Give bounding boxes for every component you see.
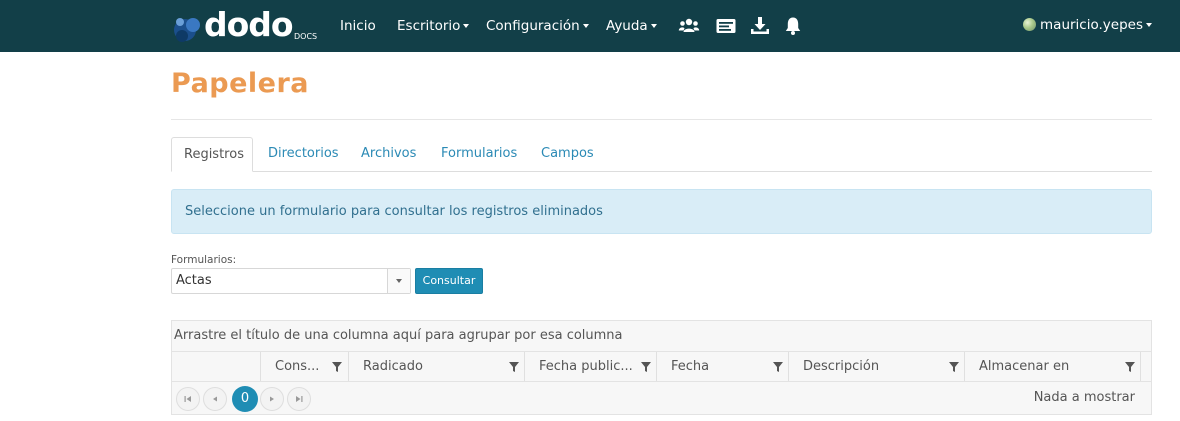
- first-page-button[interactable]: [176, 387, 200, 411]
- caret-down-icon: [1146, 23, 1152, 27]
- next-page-icon: [270, 396, 274, 402]
- column-header-label: Almacenar en: [979, 359, 1070, 374]
- download-icon[interactable]: [749, 15, 771, 37]
- tab-registros[interactable]: Registros: [171, 137, 253, 172]
- avatar: [1023, 18, 1037, 31]
- next-page-button[interactable]: [260, 387, 284, 411]
- tab-directorios[interactable]: Directorios: [268, 137, 339, 172]
- filter-icon[interactable]: [332, 362, 342, 372]
- logo-text: dodo: [204, 5, 294, 44]
- last-page-icon: [296, 396, 303, 402]
- column-header-label: Descripción: [803, 359, 880, 374]
- column-header-label: Radicado: [363, 359, 423, 374]
- users-icon[interactable]: [678, 15, 700, 37]
- grid-pager: 0 Nada a mostrar: [172, 382, 1151, 414]
- user-menu[interactable]: mauricio.yepes: [1023, 17, 1152, 33]
- nav-item-inicio[interactable]: Inicio: [340, 17, 376, 35]
- tab-label: Registros: [184, 147, 244, 162]
- filter-icon[interactable]: [641, 362, 651, 372]
- column-header-label: Fecha: [671, 359, 710, 374]
- column-header-descripcion[interactable]: Descripción: [788, 352, 964, 381]
- nav-item-escritorio[interactable]: Escritorio: [397, 17, 470, 35]
- filter-icon[interactable]: [509, 362, 519, 372]
- column-header-almacenar-en[interactable]: Almacenar en: [964, 352, 1140, 381]
- logo-mark-icon: [174, 18, 200, 42]
- caret-down-icon: [650, 24, 657, 28]
- consultar-button[interactable]: Consultar: [415, 268, 483, 294]
- tab-label: Formularios: [441, 146, 518, 161]
- group-panel[interactable]: Arrastre el título de una columna aquí p…: [172, 321, 1151, 351]
- page-title: Papelera: [171, 68, 310, 99]
- select-value: Actas: [176, 273, 212, 288]
- column-header-fecha-publicacion[interactable]: Fecha public...: [524, 352, 656, 381]
- title-divider: [171, 119, 1152, 120]
- tab-formularios[interactable]: Formularios: [441, 137, 517, 172]
- bell-icon[interactable]: [782, 15, 804, 37]
- column-header-label: Fecha public...: [539, 359, 633, 374]
- chevron-down-icon[interactable]: [387, 269, 410, 293]
- id-card-icon[interactable]: [715, 15, 737, 37]
- top-navbar: dodo DOCS Inicio Escritorio Configuració…: [0, 0, 1180, 52]
- tab-campos[interactable]: Campos: [541, 137, 594, 172]
- logo[interactable]: dodo DOCS: [170, 5, 318, 46]
- filter-icon[interactable]: [949, 362, 959, 372]
- grid-header-row: Cons... Radicado Fecha public... Fecha D…: [172, 351, 1151, 382]
- nav-item-label: Escritorio: [397, 18, 461, 34]
- filter-icon[interactable]: [1125, 362, 1135, 372]
- tab-label: Campos: [541, 146, 594, 161]
- nav-item-label: Inicio: [340, 18, 376, 34]
- scrollbar-spacer: [1140, 352, 1151, 381]
- formulario-select[interactable]: Actas: [171, 268, 411, 294]
- first-page-icon: [184, 396, 191, 402]
- nav-item-ayuda[interactable]: Ayuda: [606, 17, 657, 35]
- tab-bar: Registros Directorios Archivos Formulari…: [171, 137, 1152, 172]
- column-header-label: Cons...: [275, 359, 320, 374]
- caret-down-icon: [463, 24, 470, 28]
- nav-item-label: Ayuda: [606, 18, 648, 34]
- records-grid: Arrastre el título de una columna aquí p…: [171, 320, 1152, 415]
- nav-item-configuracion[interactable]: Configuración: [486, 17, 589, 35]
- previous-page-button[interactable]: [203, 387, 227, 411]
- tab-label: Archivos: [361, 146, 417, 161]
- caret-down-icon: [582, 24, 589, 28]
- previous-page-icon: [213, 396, 217, 402]
- logo-subtext: DOCS: [294, 32, 318, 41]
- tab-label: Directorios: [268, 146, 339, 161]
- last-page-button[interactable]: [287, 387, 311, 411]
- column-header-fecha[interactable]: Fecha: [656, 352, 788, 381]
- formularios-label: Formularios:: [171, 254, 237, 266]
- column-header-radicado[interactable]: Radicado: [348, 352, 524, 381]
- user-name: mauricio.yepes: [1040, 17, 1143, 33]
- filter-icon[interactable]: [773, 362, 783, 372]
- info-alert: Seleccione un formulario para consultar …: [171, 189, 1152, 234]
- tab-archivos[interactable]: Archivos: [361, 137, 416, 172]
- pager-info: Nada a mostrar: [1033, 390, 1135, 405]
- nav-item-label: Configuración: [486, 18, 580, 34]
- current-page[interactable]: 0: [232, 386, 258, 412]
